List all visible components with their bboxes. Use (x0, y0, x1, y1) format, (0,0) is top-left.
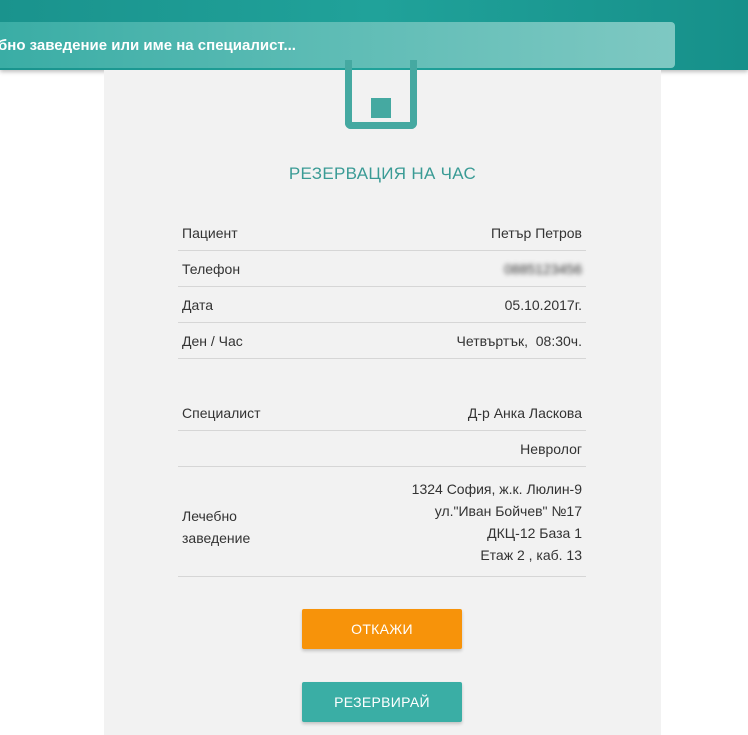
address-line: 1324 София, ж.к. Люлин-9 (411, 480, 582, 497)
detail-row-patient: Пациент Петър Петров (178, 215, 586, 251)
reservation-card: РЕЗЕРВАЦИЯ НА ЧАС Пациент Петър Петров Т… (104, 60, 661, 735)
detail-label: Ден / Час (182, 332, 243, 349)
cancel-button[interactable]: ОТКАЖИ (302, 609, 462, 649)
address-line: Етаж 2 , каб. 13 (480, 546, 582, 563)
detail-label: Дата (182, 296, 214, 313)
detail-row-facility: Лечебно заведение 1324 София, ж.к. Люлин… (178, 467, 586, 577)
detail-label: Пациент (182, 224, 238, 241)
detail-value: Петър Петров (490, 224, 582, 241)
facility-address: 1324 София, ж.к. Люлин-9 ул."Иван Бойчев… (412, 478, 582, 566)
detail-label: Специалист (182, 404, 261, 421)
reservation-details: Пациент Петър Петров Телефон 0885123456 … (178, 215, 586, 577)
search-input[interactable]: бно заведение или име на специалист... (0, 22, 675, 68)
facility-label-line: Лечебно (182, 507, 237, 524)
detail-row-specialist: Специалист Д-р Анка Ласкова (178, 395, 586, 431)
detail-label: Телефон (182, 260, 241, 277)
specialty: Невролог (520, 440, 582, 457)
detail-row-date: Дата 05.10.2017г. (178, 287, 586, 323)
search-placeholder: бно заведение или име на специалист... (0, 36, 296, 54)
address-line: ДКЦ-12 База 1 (487, 524, 582, 541)
detail-row-phone: Телефон 0885123456 (178, 251, 586, 287)
detail-value: Четвъртък, 08:30ч. (456, 332, 582, 349)
detail-row-day-time: Ден / Час Четвъртък, 08:30ч. (178, 323, 586, 359)
detail-row-specialty: Невролог (178, 431, 586, 467)
address-line: ул."Иван Бойчев" №17 (434, 502, 582, 519)
detail-label: Лечебно заведение (182, 495, 250, 549)
facility-label-line: заведение (182, 529, 251, 546)
page-title: РЕЗЕРВАЦИЯ НА ЧАС (288, 164, 477, 183)
specialist-name: Д-р Анка Ласкова (467, 404, 582, 421)
detail-value: 05.10.2017г. (504, 296, 582, 313)
clinic-logo-icon (345, 60, 417, 138)
reserve-button[interactable]: РЕЗЕРВИРАЙ (302, 682, 462, 722)
detail-value-redacted: 0885123456 (504, 260, 582, 277)
